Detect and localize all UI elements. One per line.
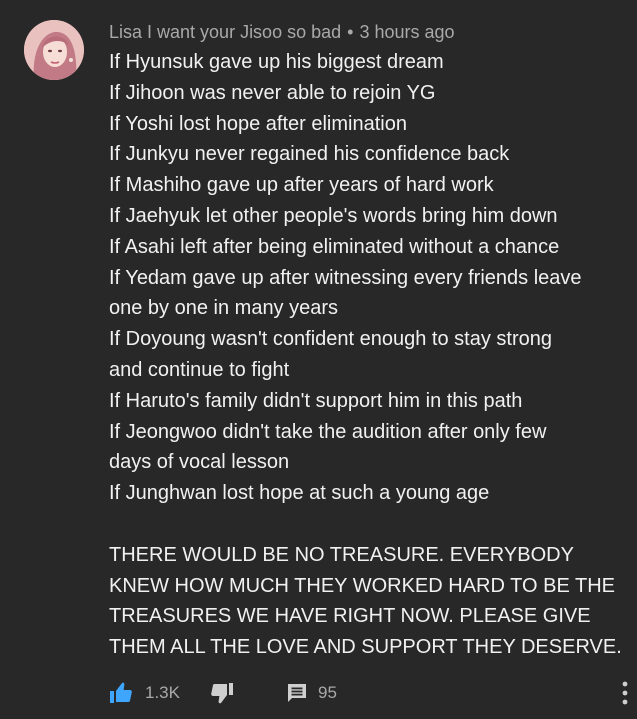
comment-line: days of vocal lesson	[109, 451, 290, 474]
comment-line: If Junghwan lost hope at such a young ag…	[109, 482, 490, 505]
dislike-button[interactable]	[210, 681, 234, 705]
timestamp: 3 hours ago	[359, 22, 455, 42]
comment-line: If Mashiho gave up after years of hard w…	[109, 174, 494, 197]
comment-line: and continue to fight	[109, 358, 290, 381]
separator-dot: •	[347, 22, 354, 42]
comment-card: Lisa I want your Jisoo so bad • 3 hours ag…	[0, 0, 637, 719]
avatar-image	[24, 20, 84, 80]
comment-line: If Yoshi lost hope after elimination	[109, 112, 407, 135]
avatar[interactable]	[24, 20, 84, 80]
comment-line: If Jaehyuk let other people's words brin…	[109, 204, 558, 227]
closing-line: THEM ALL THE LOVE AND SUPPORT THEY DESER…	[109, 636, 622, 659]
paragraph-break	[109, 509, 624, 540]
comment-header: Lisa I want your Jisoo so bad • 3 hours ag…	[109, 21, 455, 43]
comment-line: If Jihoon was never able to rejoin YG	[109, 81, 436, 104]
comment-line: If Junkyu never regained his confidence …	[109, 143, 510, 166]
author-name[interactable]: Lisa I want your Jisoo so bad	[109, 22, 341, 42]
comment-icon[interactable]	[286, 682, 308, 704]
comment-line: If Haruto's family didn't support him in…	[109, 389, 523, 412]
comment-line: If Jeongwoo didn't take the audition aft…	[109, 420, 547, 443]
closing-line: KNEW HOW MUCH THEY WORKED HARD TO BE THE	[109, 574, 615, 597]
thumbs-down-icon[interactable]	[210, 681, 234, 705]
more-vertical-icon[interactable]	[621, 680, 629, 706]
comment-text: If Hyunsuk gave up his biggest dream If …	[109, 47, 624, 663]
like-button[interactable]: 1.3K	[109, 681, 180, 705]
comment-line: If Hyunsuk gave up his biggest dream	[109, 51, 444, 73]
reply-button[interactable]: 95	[286, 682, 337, 704]
closing-line: THERE WOULD BE NO TREASURE. EVERYBODY	[109, 543, 574, 566]
reply-count: 95	[317, 683, 337, 702]
like-count: 1.3K	[145, 683, 180, 702]
thumbs-up-icon[interactable]	[109, 681, 133, 705]
comment-actions: 1.3K 95	[109, 678, 629, 708]
closing-line: TREASURES WE HAVE RIGHT NOW. PLEASE GIVE	[109, 605, 591, 628]
comment-line: If Asahi left after being eliminated wit…	[109, 235, 560, 258]
comment-line: If Yedam gave up after witnessing every …	[109, 266, 582, 289]
comment-line: one by one in many years	[109, 297, 339, 320]
comment-line: If Doyoung wasn't confident enough to st…	[109, 328, 552, 351]
